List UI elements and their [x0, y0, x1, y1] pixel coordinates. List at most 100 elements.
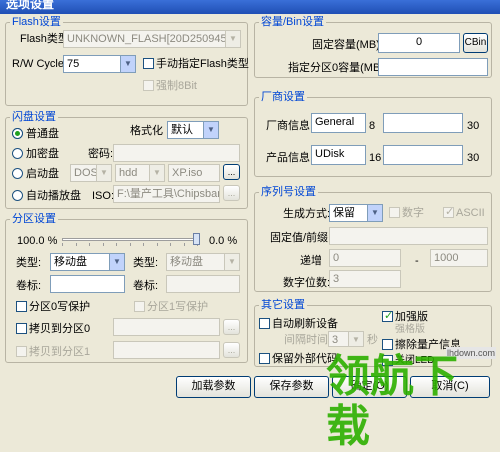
vendor-info-extra-input[interactable] — [383, 113, 463, 133]
fixed-capacity-input[interactable]: 0 — [378, 33, 460, 53]
copy-partition0-browse[interactable]: ... — [223, 319, 240, 335]
product-info-label: 产品信息: — [266, 152, 314, 164]
rw-cycle-label: R/W Cycle: — [12, 58, 67, 70]
password-label: 密码: — [88, 148, 114, 160]
format-select[interactable]: 默认 ▼ — [167, 121, 219, 139]
interval-select[interactable]: 3 ▼ — [328, 331, 364, 347]
slider-tick — [143, 243, 144, 246]
product-info-input[interactable]: UDisk — [311, 145, 366, 165]
flash-type-select[interactable]: UNKNOWN_FLASH[20D2509458] ▼ — [63, 30, 241, 48]
serial-range-separator: - — [415, 255, 419, 267]
fixed-capacity-label: 固定容量(MB): — [312, 39, 383, 51]
format-label: 格式化 — [130, 125, 163, 137]
auto-refresh-checkbox[interactable] — [259, 318, 270, 329]
chevron-down-icon: ▼ — [367, 205, 382, 221]
vendor-length: 8 — [369, 120, 376, 132]
load-params-button[interactable]: 加载参数 — [176, 376, 251, 398]
vendor-info-label: 厂商信息: — [266, 120, 314, 132]
serial-fixed-label: 固定值/前缀: — [270, 232, 332, 244]
partition1-type-label: 类型: — [133, 257, 159, 269]
save-params-button[interactable]: 保存参数 — [254, 376, 329, 398]
chevron-down-icon: ▼ — [224, 254, 239, 270]
dos-select[interactable]: DOS ▼ — [70, 164, 112, 182]
slider-tick — [170, 243, 171, 246]
partition-slider-thumb[interactable] — [193, 233, 200, 245]
cbin-button[interactable]: CBin — [463, 33, 488, 53]
interval-unit: 秒 — [367, 334, 378, 346]
hdd-select[interactable]: hdd ▼ — [115, 164, 165, 182]
radio-boot-disk[interactable] — [12, 168, 23, 179]
force-8bit-checkbox[interactable] — [143, 80, 154, 91]
slider-tick — [183, 243, 185, 246]
copy-partition1-path[interactable] — [113, 341, 220, 359]
product-info-extra-input[interactable] — [383, 145, 463, 165]
partition-slider-ticks — [62, 243, 200, 247]
boot-disk-label: 启动盘 — [26, 168, 59, 180]
serial-ascii-checkbox[interactable] — [443, 205, 454, 218]
partition1-volume-input[interactable] — [166, 275, 240, 293]
boot-browse-button[interactable]: ... — [223, 164, 240, 180]
enhanced-label: 加强版 — [395, 311, 428, 323]
partition0-volume-input[interactable] — [50, 275, 125, 293]
slider-tick — [129, 243, 131, 246]
copy-partition1-label: 拷贝到分区1 — [29, 346, 91, 358]
serial-mode-label: 生成方式: — [283, 208, 331, 220]
partition1-type-select[interactable]: 移动盘 ▼ — [166, 253, 240, 271]
disk-group-title: 闪盘设置 — [10, 111, 58, 123]
serial-digits-checkbox[interactable] — [389, 207, 400, 218]
serial-group-title: 序列号设置 — [259, 186, 318, 198]
slider-tick — [89, 243, 90, 246]
radio-encrypt-disk[interactable] — [12, 148, 23, 159]
serial-increment-label: 递增 — [300, 255, 322, 267]
manual-flash-checkbox[interactable] — [143, 58, 154, 69]
erase-info-checkbox[interactable] — [382, 339, 393, 350]
serial-range-from[interactable]: 0 — [329, 249, 401, 267]
password-input[interactable] — [113, 144, 240, 162]
serial-count-input[interactable]: 3 — [329, 270, 401, 288]
chevron-down-icon: ▼ — [225, 31, 240, 47]
chevron-down-icon: ▼ — [120, 56, 135, 72]
chevron-down-icon: ▼ — [109, 254, 124, 270]
partition0-type-select[interactable]: 移动盘 ▼ — [50, 253, 125, 271]
partition0-protect-checkbox[interactable] — [16, 301, 27, 312]
keep-external-checkbox[interactable] — [259, 353, 270, 364]
chevron-down-icon: ▼ — [96, 165, 111, 181]
chevron-down-icon: ▼ — [149, 165, 164, 181]
partition1-volume-label: 卷标: — [133, 280, 159, 292]
autoplay-disk-label: 自动播放盘 — [26, 190, 81, 202]
partition-right-percent: 0.0 % — [209, 235, 238, 247]
partition0-capacity-label: 指定分区0容量(MB): — [288, 62, 387, 74]
copy-partition0-checkbox[interactable] — [16, 323, 27, 334]
copy-partition1-checkbox[interactable] — [16, 346, 27, 357]
watermark-brand: 领航下载 — [326, 352, 458, 451]
capacity-group-title: 容量/Bin设置 — [259, 16, 326, 28]
serial-mode-select[interactable]: 保留 ▼ — [329, 204, 383, 222]
serial-digits-label: 数字 — [402, 207, 424, 219]
radio-autoplay-disk[interactable] — [12, 190, 23, 201]
serial-count-label: 数字位数: — [283, 277, 331, 289]
title-bar — [0, 0, 500, 14]
vendor-max-length: 30 — [467, 120, 480, 132]
copy-partition0-path[interactable] — [113, 318, 220, 336]
serial-fixed-input[interactable] — [329, 227, 488, 245]
partition0-volume-label: 卷标: — [16, 280, 42, 292]
copy-partition1-browse[interactable]: ... — [223, 342, 240, 358]
other-group-title: 其它设置 — [259, 299, 307, 311]
radio-normal-selected — [12, 128, 23, 139]
iso-browse-button[interactable]: ... — [223, 185, 240, 201]
boot-file-input[interactable]: XP.iso — [168, 164, 220, 182]
slider-tick — [116, 243, 117, 246]
serial-range-to[interactable]: 1000 — [430, 249, 488, 267]
chevron-down-icon: ▼ — [203, 122, 218, 138]
rw-cycle-select[interactable]: 75 ▼ — [63, 55, 136, 73]
partition0-capacity-input[interactable] — [378, 58, 488, 76]
partition-left-percent: 100.0 % — [17, 235, 58, 247]
interval-label: 间隔时间 — [284, 334, 328, 346]
iso-label: ISO: — [92, 190, 115, 202]
iso-path-input[interactable]: F:\量产工具\Chipsbank\C — [113, 185, 220, 203]
partition1-protect-checkbox[interactable] — [134, 301, 145, 312]
vendor-info-input[interactable]: General — [311, 113, 366, 133]
enhanced-checkbox[interactable] — [382, 309, 393, 322]
slider-tick — [75, 243, 77, 246]
vendor-group-title: 厂商设置 — [259, 91, 307, 103]
